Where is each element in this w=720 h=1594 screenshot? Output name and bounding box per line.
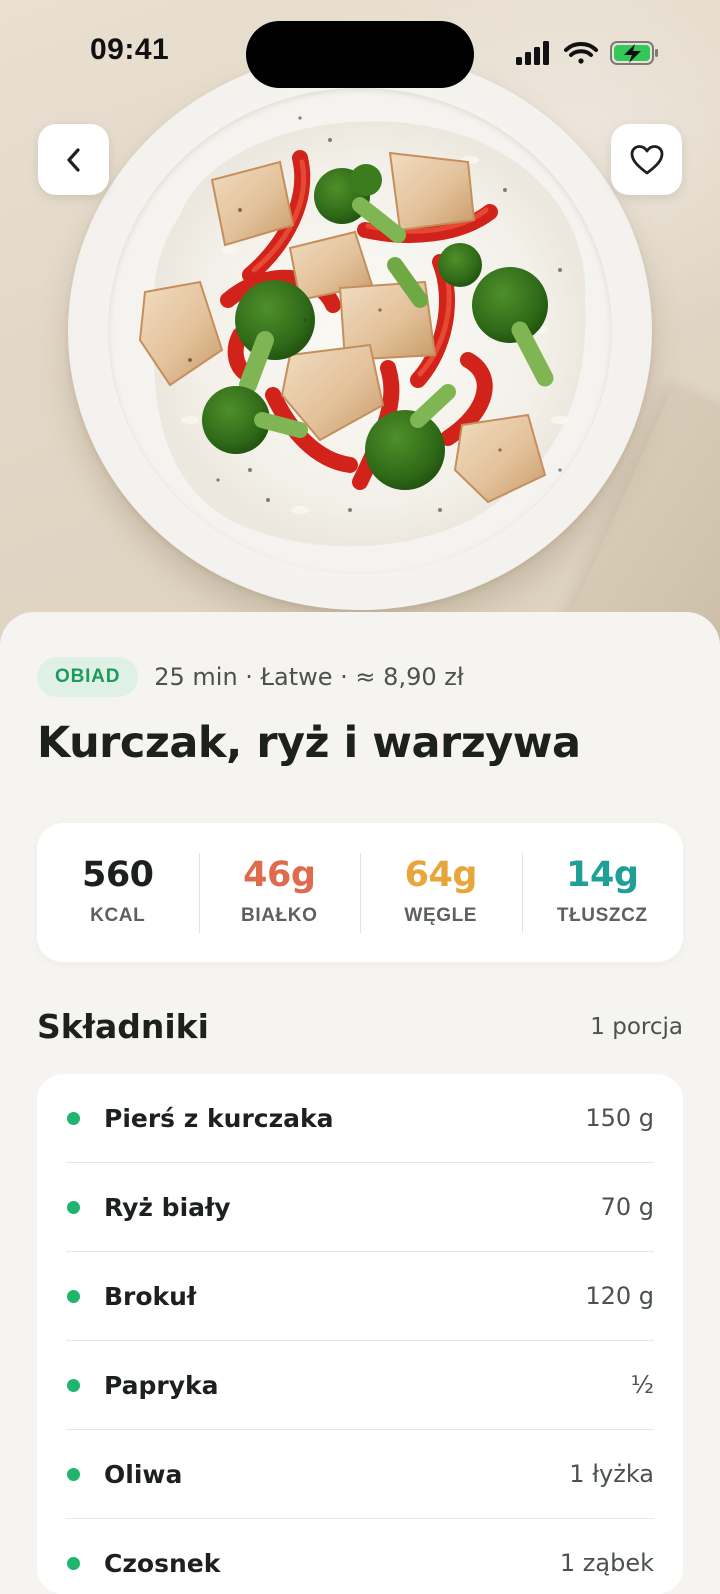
list-item: Czosnek 1 ząbek <box>66 1519 654 1594</box>
macro-kcal: 560 KCAL <box>37 823 199 962</box>
macro-value: 46g <box>243 855 316 895</box>
macro-value: 64g <box>404 855 478 895</box>
macro-carbs: 64g WĘGLE <box>360 823 522 962</box>
ingredient-name: Brokuł <box>104 1281 197 1311</box>
ingredients-list: Pierś z kurczaka 150 g Ryż biały 70 g Br… <box>37 1074 683 1594</box>
dynamic-island <box>246 21 474 88</box>
ingredient-amount: 70 g <box>600 1193 654 1221</box>
ingredient-name: Papryka <box>104 1370 219 1400</box>
ingredient-amount: 120 g <box>585 1282 654 1310</box>
ingredient-name: Oliwa <box>104 1459 183 1489</box>
bullet-dot-icon <box>67 1378 80 1392</box>
recipe-hero-image: 09:41 <box>0 0 720 650</box>
recipe-title: Kurczak, ryż i warzywa <box>37 718 581 768</box>
bullet-dot-icon <box>67 1289 80 1303</box>
ingredient-amount: 1 ząbek <box>559 1549 654 1577</box>
status-icons <box>516 41 658 65</box>
bullet-dot-icon <box>67 1111 80 1125</box>
list-item: Papryka ½ <box>66 1341 654 1430</box>
favorite-button[interactable] <box>611 124 682 195</box>
ingredient-amount: 150 g <box>585 1104 654 1132</box>
ingredient-name: Pierś z kurczaka <box>104 1103 334 1133</box>
recipe-meta: 25 min · Łatwe · ≈ 8,90 zł <box>154 663 464 691</box>
battery-charging-icon <box>610 41 658 65</box>
ingredients-header: Składniki 1 porcja <box>37 1007 683 1046</box>
food-illustration <box>138 116 586 547</box>
recipe-meta-row: OBIAD 25 min · Łatwe · ≈ 8,90 zł <box>37 657 464 697</box>
servings-selector[interactable]: 1 porcja <box>590 1014 683 1040</box>
macro-label: BIAŁKO <box>241 905 318 926</box>
list-item: Ryż biały 70 g <box>66 1163 654 1252</box>
wifi-icon <box>564 42 598 64</box>
list-item: Oliwa 1 łyżka <box>66 1430 654 1519</box>
macro-value: 14g <box>566 855 639 895</box>
chevron-left-icon <box>66 147 80 172</box>
macro-label: WĘGLE <box>404 905 478 926</box>
ingredient-amount: ½ <box>630 1371 654 1399</box>
list-item: Pierś z kurczaka 150 g <box>66 1074 654 1163</box>
signal-icon <box>516 41 549 65</box>
back-button[interactable] <box>38 124 109 195</box>
recipe-detail-sheet: OBIAD 25 min · Łatwe · ≈ 8,90 zł Kurczak… <box>0 612 720 1594</box>
ingredient-name: Czosnek <box>104 1548 221 1578</box>
ingredients-title: Składniki <box>37 1007 209 1046</box>
bullet-dot-icon <box>67 1467 80 1481</box>
list-item: Brokuł 120 g <box>66 1252 654 1341</box>
ingredient-amount: 1 łyżka <box>569 1460 654 1488</box>
macro-value: 560 <box>81 855 154 895</box>
category-badge: OBIAD <box>37 657 139 697</box>
macro-fat: 14g TŁUSZCZ <box>521 823 684 962</box>
status-time: 09:41 <box>90 33 170 66</box>
ingredient-name: Ryż biały <box>104 1192 231 1222</box>
heart-icon <box>630 144 663 174</box>
macro-label: TŁUSZCZ <box>556 905 648 926</box>
bullet-dot-icon <box>67 1556 80 1570</box>
macro-protein: 46g BIAŁKO <box>198 823 361 962</box>
bullet-dot-icon <box>67 1200 80 1214</box>
macro-label: KCAL <box>90 905 146 926</box>
macros-card: 560 KCAL 46g BIAŁKO 64g WĘGLE 14g TŁUSZC… <box>37 823 683 962</box>
